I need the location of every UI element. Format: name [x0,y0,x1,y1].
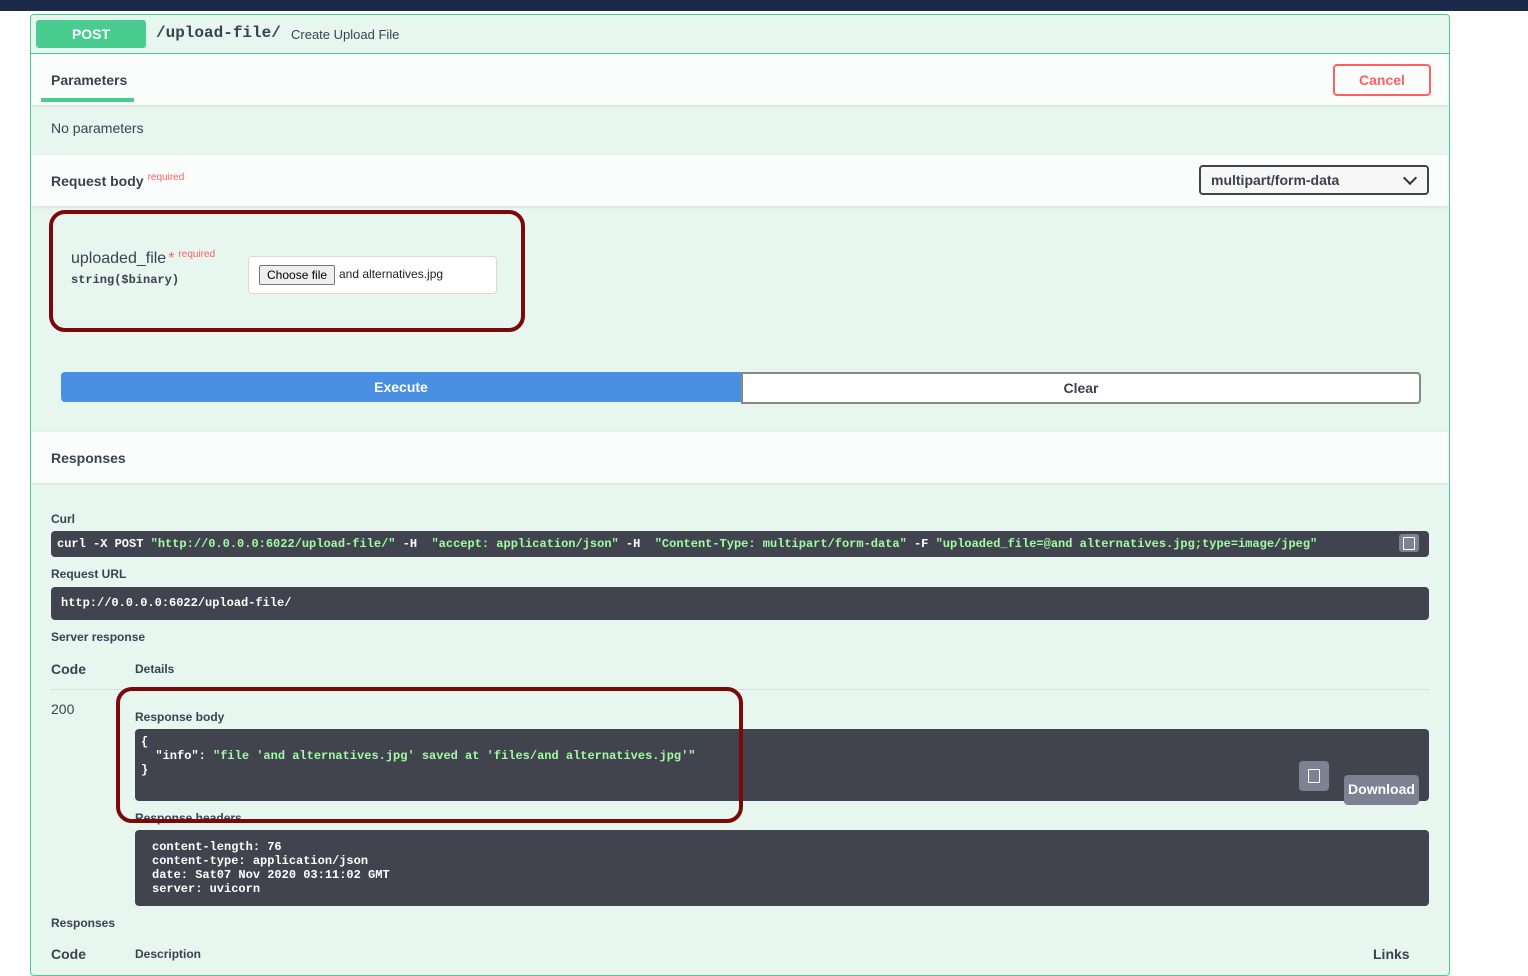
request-body-header: Request body required multipart/form-data [31,155,1449,206]
responses-title: Responses [51,450,126,466]
operation-summary[interactable]: POST /upload-file/ Create Upload File [31,15,1449,54]
content-type-select[interactable]: multipart/form-data [1199,165,1429,195]
curl-url: "http://0.0.0.0:6022/upload-file/" [150,537,396,551]
no-parameters-text: No parameters [51,120,144,136]
operation-path: /upload-file/ [156,24,281,42]
responses-table-label: Responses [51,916,116,930]
response-code: 200 [51,701,75,717]
request-url-label: Request URL [51,567,127,581]
request-url-block: http://0.0.0.0:6022/upload-file/ [51,587,1429,620]
cancel-button[interactable]: Cancel [1333,64,1431,96]
responses-links-header: Links [1373,946,1410,962]
request-body-required: required [147,172,185,183]
chevron-down-icon [1402,170,1418,186]
header-line: content-type: application/json [152,854,369,868]
copy-icon[interactable] [1399,534,1419,552]
curl-f: -F [906,537,936,551]
code-column-header: Code [51,661,86,677]
curl-block[interactable]: curl -X POST "http://0.0.0.0:6022/upload… [51,531,1429,557]
operation-block: POST /upload-file/ Create Upload File Pa… [30,14,1450,976]
curl-command: curl -X POST "http://0.0.0.0:6022/upload… [57,537,1317,551]
curl-cmd: curl -X POST [57,537,151,551]
responses-description-header: Description [135,947,202,961]
curl-content-type: "Content-Type: multipart/form-data" [654,537,907,551]
tab-active-indicator [41,98,134,102]
header-line: date: Sat07 Nov 2020 03:11:02 GMT [152,868,390,882]
parameters-header: Parameters Cancel [31,54,1449,105]
curl-h2: -H [618,537,655,551]
highlight-box-upload [49,210,525,332]
clear-button[interactable]: Clear [741,372,1421,404]
header-line: server: uvicorn [152,882,261,896]
download-button[interactable]: Download [1344,775,1419,805]
response-headers-block: content-length: 76 content-type: applica… [135,830,1429,906]
content-type-value: multipart/form-data [1211,172,1340,188]
details-column-header: Details [135,662,175,676]
curl-h1: -H [395,537,432,551]
top-bar [0,0,1528,11]
request-url-value: http://0.0.0.0:6022/upload-file/ [61,596,292,610]
operation-summary-text: Create Upload File [291,27,400,42]
header-line: content-length: 76 [152,840,282,854]
server-response-label: Server response [51,630,146,644]
request-body-title: Request body required [51,172,185,189]
responses-header: Responses [31,432,1449,483]
responses-code-header: Code [51,946,86,962]
highlight-box-response [116,687,743,823]
curl-label: Curl [51,512,75,526]
tab-parameters[interactable]: Parameters [51,72,127,88]
curl-accept: "accept: application/json" [431,537,619,551]
response-headers-list: content-length: 76 content-type: applica… [152,840,390,896]
copy-response-icon[interactable] [1299,761,1329,791]
request-body-title-text: Request body [51,173,144,189]
curl-form: "uploaded_file=@and alternatives.jpg;typ… [935,537,1318,551]
method-badge: POST [36,20,146,48]
execute-button[interactable]: Execute [61,372,741,402]
